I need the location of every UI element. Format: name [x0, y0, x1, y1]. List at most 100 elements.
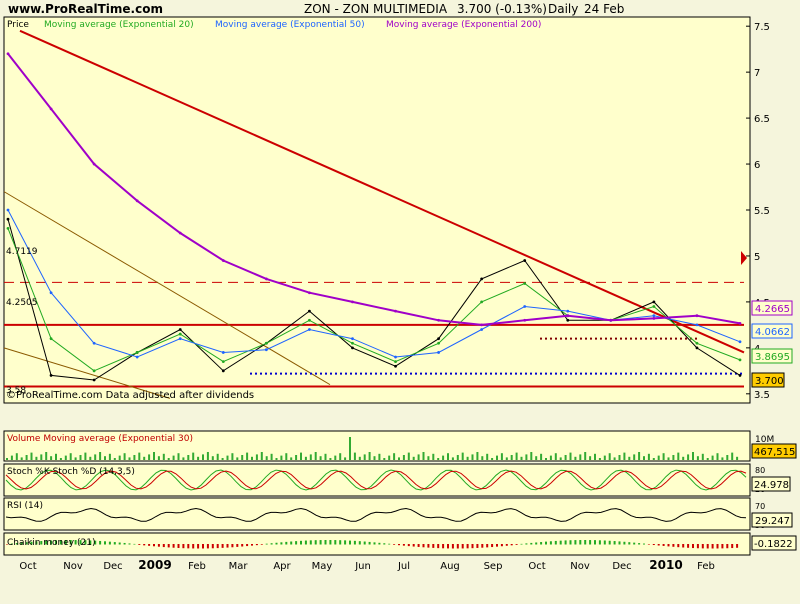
series-point: [480, 300, 484, 304]
series-point: [92, 378, 96, 382]
volume-bar: [99, 452, 102, 460]
quote-value: 3.700 (-0.13%): [457, 2, 547, 16]
volume-bar: [647, 453, 650, 460]
chaikin-bar: [167, 544, 170, 548]
series-point: [480, 328, 484, 331]
volume-bar: [197, 456, 200, 460]
chaikin-bar: [300, 540, 302, 545]
chaikin-title: Chaikin money (21): [7, 538, 95, 548]
series-point: [695, 323, 699, 327]
x-tick-label: 2010: [649, 558, 682, 572]
chaikin-bar: [260, 544, 263, 545]
series-point: [695, 341, 699, 345]
series-point: [351, 346, 354, 350]
chaikin-bar: [402, 544, 405, 546]
volume-bar: [427, 456, 430, 460]
chaikin-bar: [241, 544, 244, 547]
chaikin-bar: [726, 544, 729, 549]
chaikin-bar: [265, 543, 268, 545]
chaikin-bar: [304, 540, 307, 545]
chaikin-bar: [162, 544, 165, 548]
volume-bar: [466, 456, 469, 460]
chaikin-bar: [192, 544, 195, 549]
volume-bar: [496, 455, 498, 460]
volume-bar: [118, 455, 121, 460]
volume-bar: [721, 457, 724, 460]
series-point: [738, 358, 742, 362]
volume-bar: [221, 458, 224, 460]
series-point: [351, 341, 354, 345]
series-point: [523, 318, 527, 322]
chaikin-bar: [138, 544, 141, 545]
copyright-footer: ©ProRealTime.com Data adjusted after div…: [6, 390, 254, 401]
chaikin-bar: [584, 540, 587, 545]
series-point: [437, 318, 440, 322]
volume-bar: [711, 455, 714, 460]
rsi-title: RSI (14): [7, 501, 43, 511]
x-tick-label: Dec: [103, 561, 122, 572]
chaikin-bar: [437, 544, 440, 549]
chaikin-bar: [559, 540, 562, 545]
series-point: [652, 314, 656, 318]
badge-price: 3.700: [755, 376, 784, 387]
series-point: [652, 300, 656, 304]
volume-badge: 467,515: [754, 447, 795, 458]
volume-bar: [45, 452, 48, 460]
chaikin-bar: [706, 544, 709, 549]
volume-bar: [216, 453, 219, 460]
series-point: [523, 259, 527, 262]
chaikin-bar: [113, 542, 116, 545]
chaikin-bar: [290, 541, 293, 545]
chaikin-bar: [638, 543, 641, 545]
volume-bar: [613, 457, 616, 460]
volume-bar: [25, 455, 28, 460]
chaikin-bar: [731, 544, 734, 549]
volume-bar: [510, 455, 513, 460]
chaikin-bar: [672, 544, 675, 547]
volume-bar: [255, 454, 258, 460]
series-point: [49, 374, 53, 377]
volume-bar: [363, 454, 366, 460]
volume-bar: [153, 452, 155, 460]
chaikin-bar: [481, 544, 484, 548]
volume-bar: [265, 456, 268, 460]
volume-bar: [123, 453, 126, 460]
chaikin-bar: [554, 540, 557, 545]
volume-bar: [79, 455, 82, 460]
badge-ema50: 4.0662: [755, 327, 790, 338]
volume-bar: [549, 455, 552, 460]
chaikin-bar: [574, 540, 577, 545]
series-point: [264, 348, 268, 352]
site-label[interactable]: www.ProRealTime.com: [8, 2, 163, 16]
chaikin-bar: [456, 544, 459, 549]
volume-bar: [295, 455, 298, 460]
chaikin-bar: [608, 540, 611, 545]
x-axis: Oct Nov Dec 2009 Feb Mar Apr May Jun Jul Aug Sep Oct…: [19, 558, 715, 572]
volume-bar: [657, 455, 660, 460]
chaikin-bar: [363, 541, 366, 545]
chart-window: 7.576.565.554.543.5 www.ProRealTime.com …: [0, 0, 800, 600]
volume-bar: [167, 458, 170, 460]
volume-bar: [304, 456, 307, 460]
chaikin-bar: [255, 544, 258, 546]
series-point: [49, 291, 53, 295]
volume-bar: [701, 453, 704, 460]
volume-bar: [358, 456, 361, 460]
series-point: [264, 341, 268, 345]
volume-bar: [10, 455, 13, 460]
chaikin-bar: [628, 542, 631, 545]
chaikin-bar: [466, 544, 469, 549]
volume-bar: [535, 456, 538, 460]
chaikin-bar: [613, 541, 616, 545]
series-point: [738, 374, 742, 377]
volume-bar: [319, 456, 322, 460]
volume-bar: [74, 457, 77, 460]
series-point: [652, 317, 656, 320]
volume-bar: [353, 452, 356, 460]
series-point: [6, 226, 10, 230]
chaikin-bar: [128, 543, 131, 545]
volume-bar: [398, 457, 400, 460]
volume-bar: [530, 452, 533, 460]
series-point: [49, 107, 53, 111]
series-point: [221, 369, 225, 373]
